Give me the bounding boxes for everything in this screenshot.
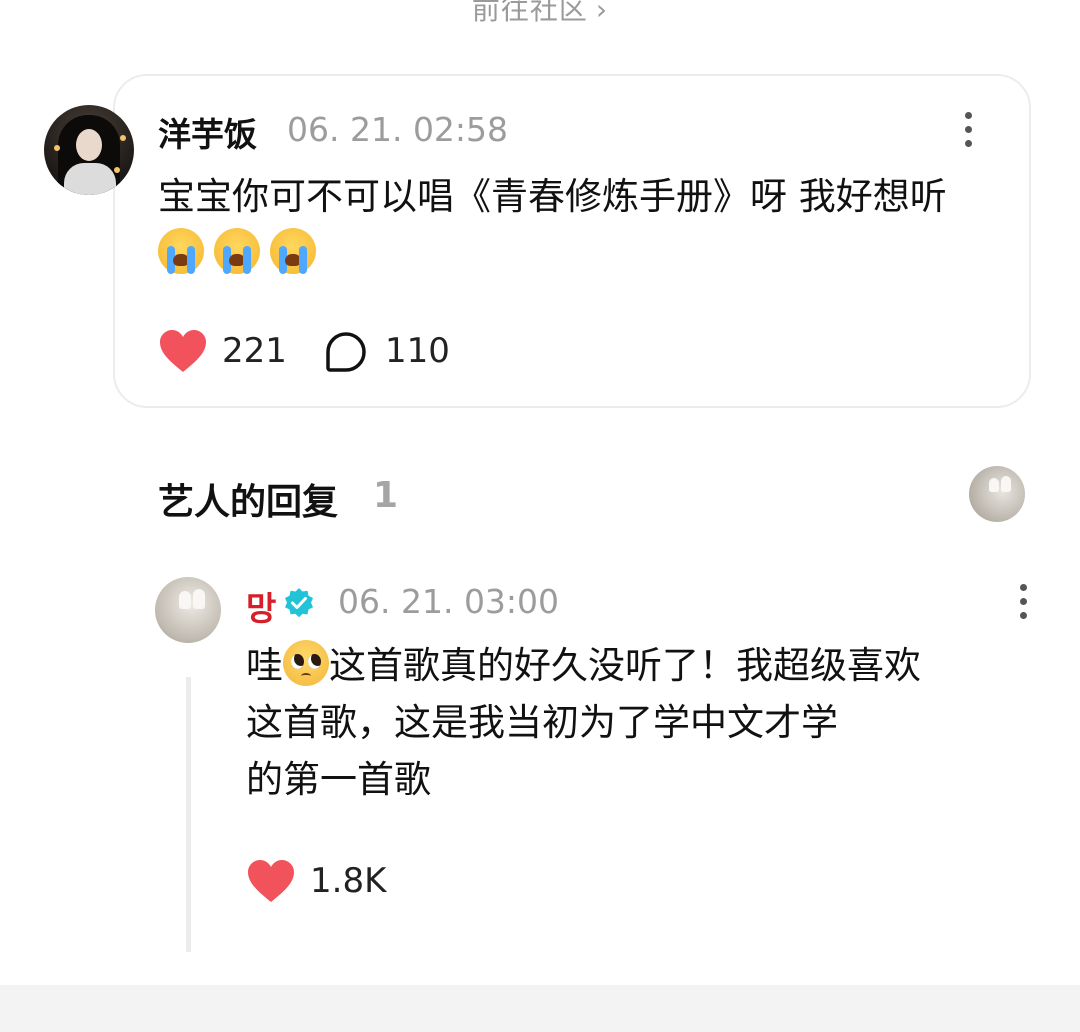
artist-avatar[interactable] [155, 577, 221, 643]
loudly-crying-face-icon [158, 228, 204, 274]
reply-text-line2: 这首歌，这是我当初为了学中文才学 [246, 701, 838, 744]
reply-text-line1: 这首歌真的好久没听了！我超级喜欢 [329, 644, 921, 687]
artist-small-avatar[interactable] [969, 466, 1025, 522]
comment-reply-count: 110 [385, 331, 450, 371]
more-options-icon[interactable] [965, 112, 973, 154]
bottom-bar [0, 985, 1080, 1032]
reply-like-count: 1.8K [310, 861, 387, 901]
reply-text-start: 哇 [246, 644, 283, 687]
go-to-community-link[interactable]: 前往社区 › [0, 0, 1080, 28]
reply-text-line3: 的第一首歌 [246, 758, 431, 801]
heart-icon[interactable] [246, 858, 296, 904]
loudly-crying-face-icon [270, 228, 316, 274]
comment-username[interactable]: 洋芋饭 [158, 108, 257, 156]
reply-bubble-icon[interactable] [324, 330, 368, 374]
artist-reply-text: 哇 这首歌真的好久没听了！我超级喜欢 这首歌，这是我当初为了学中文才学 的第一首歌 [246, 637, 1036, 808]
verified-badge-icon [285, 588, 313, 618]
chevron-right-icon: › [595, 0, 609, 26]
comment-body: 宝宝你可不可以唱《青春修炼手册》呀 我好想听 [158, 175, 947, 218]
user-avatar[interactable] [44, 105, 134, 195]
pleading-face-icon [283, 640, 329, 686]
comment-text: 宝宝你可不可以唱《青春修炼手册》呀 我好想听 [158, 168, 998, 282]
artist-replies-heading: 艺人的回复 [158, 482, 339, 523]
comment-like-count: 221 [222, 331, 287, 371]
loudly-crying-face-icon [214, 228, 260, 274]
reply-thread-line [186, 677, 191, 952]
more-options-icon[interactable] [1020, 584, 1028, 626]
comment-detail-page: 前往社区 › 洋芋饭 06. 21. 02:58 宝宝你可不可以唱《青春修炼手册》… [0, 0, 1080, 1032]
artist-name[interactable]: 망 [246, 582, 276, 630]
comment-timestamp: 06. 21. 02:58 [287, 110, 509, 149]
heart-icon[interactable] [158, 328, 208, 374]
artist-replies-count: 1 [373, 475, 399, 516]
reply-timestamp: 06. 21. 03:00 [338, 582, 560, 621]
go-to-community-label: 前往社区 [471, 0, 588, 26]
